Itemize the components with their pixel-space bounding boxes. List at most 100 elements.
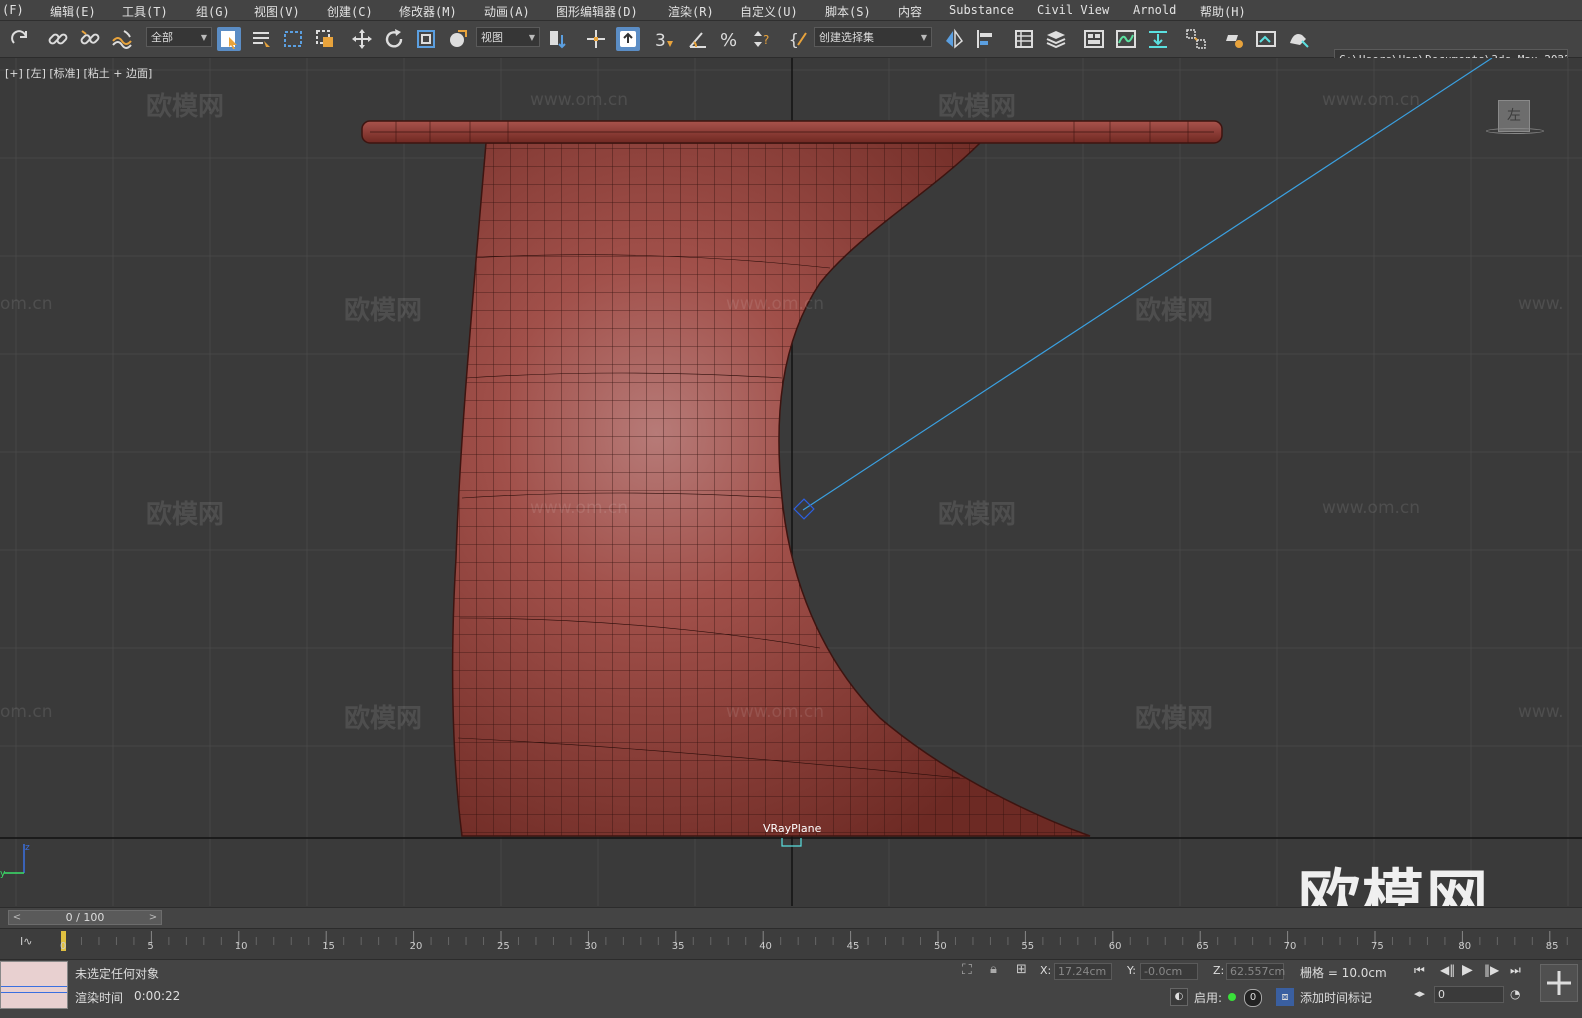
play-icon[interactable]: ▶ bbox=[1462, 962, 1473, 978]
menu-group[interactable]: 组(G) bbox=[196, 3, 230, 20]
menu-rendering[interactable]: 渲染(R) bbox=[668, 3, 714, 20]
go-to-start-icon[interactable]: ⏮ bbox=[1414, 963, 1425, 978]
track-tick-label: 50 bbox=[934, 941, 947, 952]
track-tick-label: 25 bbox=[497, 941, 510, 952]
link-icon[interactable] bbox=[46, 27, 70, 51]
x-coord-field[interactable]: 17.24cm bbox=[1054, 963, 1112, 980]
selection-lock-icon[interactable]: 🔒︎ bbox=[990, 962, 997, 977]
menu-tools[interactable]: 工具(T) bbox=[122, 3, 168, 20]
curve-editor-icon[interactable] bbox=[1114, 27, 1138, 51]
time-tag-icon[interactable]: ⧈ bbox=[1276, 988, 1294, 1006]
viewport-navigation-icon[interactable] bbox=[1540, 964, 1578, 1002]
named-selection-set-dropdown[interactable]: 创建选择集 ▼ bbox=[814, 27, 932, 47]
time-configuration-icon[interactable]: ◔ bbox=[1510, 987, 1520, 1001]
svg-text:y: y bbox=[0, 869, 6, 879]
viewcube-compass-ring[interactable] bbox=[1486, 128, 1544, 134]
layer-explorer-icon[interactable] bbox=[1044, 27, 1068, 51]
key-mode-toggle-icon[interactable]: ◂▸ bbox=[1414, 987, 1425, 1000]
unlink-icon[interactable] bbox=[78, 27, 102, 51]
maxscript-listener-mini[interactable] bbox=[0, 961, 68, 1009]
menu-graph-editors[interactable]: 图形编辑器(D) bbox=[556, 3, 638, 20]
pivot-center-icon[interactable] bbox=[546, 27, 570, 51]
rectangular-selection-icon[interactable] bbox=[281, 27, 305, 51]
rendered-frame-window-icon[interactable] bbox=[1254, 27, 1278, 51]
enable-count[interactable]: 0 bbox=[1244, 989, 1262, 1007]
selection-filter-dropdown[interactable]: 全部 ▼ bbox=[146, 27, 212, 47]
placement-icon[interactable] bbox=[446, 27, 470, 51]
mirror-icon[interactable] bbox=[942, 27, 966, 51]
time-slider-prev-icon[interactable]: < bbox=[11, 911, 23, 924]
selection-filter-value: 全部 bbox=[151, 31, 173, 44]
rotate-icon[interactable] bbox=[382, 27, 406, 51]
select-manipulate-icon[interactable] bbox=[584, 27, 608, 51]
spinner-snap-icon[interactable]: ? bbox=[750, 27, 774, 51]
menu-civil-view[interactable]: Civil View bbox=[1037, 3, 1109, 17]
adaptive-degradation-icon[interactable]: ◐ bbox=[1170, 988, 1188, 1006]
menu-help[interactable]: 帮助(H) bbox=[1200, 3, 1246, 20]
move-icon[interactable] bbox=[350, 27, 374, 51]
watermark: 欧模网 bbox=[344, 296, 423, 326]
toggle-ribbon-icon[interactable] bbox=[1082, 27, 1106, 51]
align-icon[interactable] bbox=[974, 27, 998, 51]
enable-label: 启用: bbox=[1194, 991, 1223, 1005]
menu-scripting[interactable]: 脚本(S) bbox=[825, 3, 871, 20]
tabletop[interactable] bbox=[361, 120, 1223, 144]
menu-create[interactable]: 创建(C) bbox=[327, 3, 373, 20]
menu-file[interactable]: (F) bbox=[2, 3, 24, 17]
snaps-toggle-icon[interactable]: 3 bbox=[652, 27, 676, 51]
angle-snap-icon[interactable] bbox=[686, 27, 710, 51]
time-slider[interactable]: < 0 / 100 > bbox=[8, 910, 162, 925]
absolute-transform-icon[interactable]: ⊞ bbox=[1016, 962, 1027, 977]
select-object-icon[interactable] bbox=[217, 27, 241, 51]
keyboard-shortcut-toggle-icon[interactable] bbox=[616, 27, 640, 51]
window-crossing-icon[interactable] bbox=[313, 27, 337, 51]
previous-frame-icon[interactable]: ◀‖ bbox=[1440, 963, 1455, 977]
watermark-url: www.om.cn bbox=[726, 294, 825, 314]
svg-text:3: 3 bbox=[655, 31, 666, 51]
y-coord-field[interactable]: -0.0cm bbox=[1140, 963, 1198, 980]
viewport-canvas[interactable]: z y bbox=[0, 58, 1582, 906]
watermark: 欧模网 bbox=[938, 500, 1017, 530]
viewport-label[interactable]: [+] [左] [标准] [粘土 + 边面] bbox=[5, 65, 152, 81]
menu-customize[interactable]: 自定义(U) bbox=[740, 3, 798, 20]
time-slider-next-icon[interactable]: > bbox=[147, 911, 159, 924]
isolate-selection-icon[interactable]: ⛶ bbox=[962, 962, 972, 978]
go-to-end-icon[interactable]: ⏭ bbox=[1510, 963, 1521, 978]
current-frame-field[interactable]: 0 bbox=[1434, 986, 1504, 1003]
z-coord-field[interactable]: 62.557cm bbox=[1226, 963, 1285, 980]
reference-coordinate-dropdown[interactable]: 视图 ▼ bbox=[476, 27, 540, 47]
redo-icon[interactable] bbox=[8, 27, 32, 51]
track-bar[interactable]: I∿ 0 5 10 15 20 25 30 35 40 45 50 55 60 65 70 75 80 85 bbox=[0, 928, 1582, 959]
menu-arnold[interactable]: Arnold bbox=[1133, 3, 1176, 17]
select-by-name-icon[interactable] bbox=[249, 27, 273, 51]
named-selection-set-value: 创建选择集 bbox=[819, 31, 874, 44]
sculpted-table-body[interactable] bbox=[440, 138, 1120, 848]
scene-explorer-icon[interactable] bbox=[1012, 27, 1036, 51]
percent-snap-icon[interactable]: % bbox=[718, 27, 742, 51]
track-tick-label: 60 bbox=[1108, 941, 1122, 952]
material-editor-icon[interactable] bbox=[1184, 27, 1208, 51]
next-frame-icon[interactable]: ‖▶ bbox=[1484, 963, 1499, 977]
time-slider-bar: < 0 / 100 > bbox=[0, 907, 1582, 928]
frame-counter: 0 / 100 bbox=[65, 911, 105, 924]
bind-space-warp-icon[interactable] bbox=[110, 27, 134, 51]
schematic-view-icon[interactable] bbox=[1146, 27, 1170, 51]
menu-modifiers[interactable]: 修改器(M) bbox=[399, 3, 457, 20]
watermark-url: www. bbox=[1518, 702, 1564, 722]
menu-content[interactable]: 内容 bbox=[898, 3, 922, 20]
menu-view[interactable]: 视图(V) bbox=[254, 3, 300, 20]
watermark: 欧模网 bbox=[1135, 704, 1214, 734]
watermark: 欧模网 bbox=[938, 92, 1017, 122]
render-setup-icon[interactable] bbox=[1222, 27, 1246, 51]
menu-substance[interactable]: Substance bbox=[949, 3, 1014, 17]
menu-animation[interactable]: 动画(A) bbox=[484, 3, 530, 20]
render-production-icon[interactable] bbox=[1286, 27, 1310, 51]
track-tick-label: 75 bbox=[1371, 941, 1384, 952]
menu-edit[interactable]: 编辑(E) bbox=[50, 3, 96, 20]
selection-message: 未选定任何对象 bbox=[75, 967, 160, 981]
add-time-tag[interactable]: 添加时间标记 bbox=[1300, 989, 1372, 1006]
axis-tripod: z y bbox=[0, 843, 30, 879]
left-viewport[interactable]: z y [+] [左] [标准] [粘土 + 边面] 欧模网 www.om.cn… bbox=[0, 58, 1582, 906]
edit-named-selection-icon[interactable]: { bbox=[786, 27, 810, 51]
scale-icon[interactable] bbox=[414, 27, 438, 51]
